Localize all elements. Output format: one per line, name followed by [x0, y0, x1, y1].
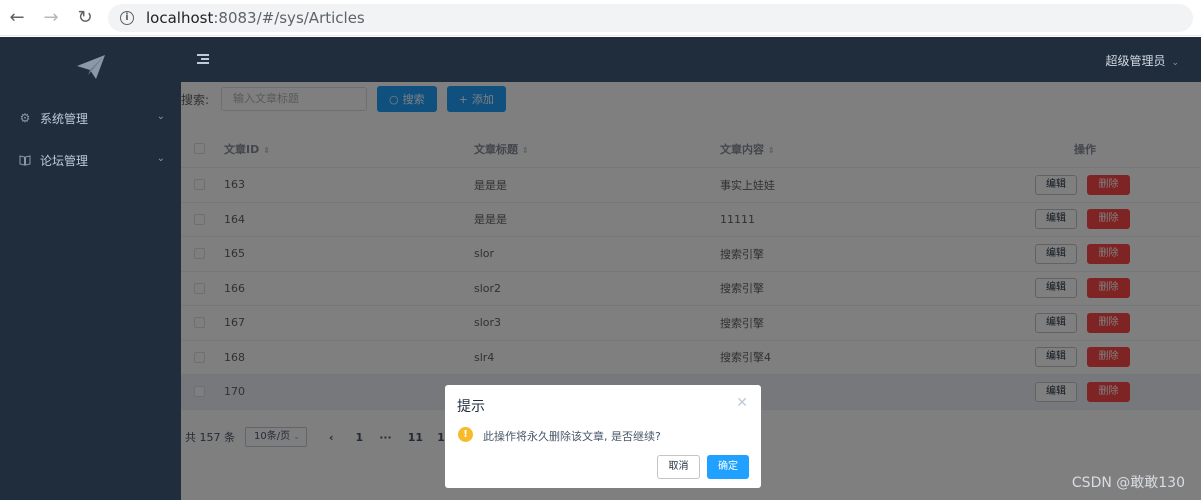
watermark: CSDN @敢敢130 [1071, 475, 1185, 491]
header: 超级管理员 ⌄ [181, 37, 1201, 82]
warning-icon: ! [458, 427, 473, 442]
forward-arrow-icon[interactable]: → [34, 0, 68, 36]
chevron-down-icon: ⌄ [1171, 58, 1179, 68]
user-menu[interactable]: 超级管理员 ⌄ [1105, 52, 1179, 69]
close-icon[interactable]: ✕ [736, 395, 748, 411]
book-icon [18, 153, 32, 167]
sidebar-item-forum[interactable]: 论坛管理 ⌄ [0, 139, 181, 181]
user-name: 超级管理员 [1105, 54, 1166, 68]
sidebar-item-system[interactable]: ⚙ 系统管理 ⌄ [0, 97, 181, 139]
confirm-dialog: 提示 ✕ ! 此操作将永久删除该文章, 是否继续? 取消 确定 [445, 385, 761, 488]
url-path: :8083/#/sys/Articles [213, 8, 365, 27]
confirm-button[interactable]: 确定 [707, 455, 749, 479]
gear-icon: ⚙ [19, 111, 31, 125]
dialog-title: 提示 [457, 399, 485, 415]
chevron-down-icon: ⌄ [156, 111, 165, 122]
sidebar-item-label: 论坛管理 [40, 153, 89, 168]
sidebar: ⚙ 系统管理 ⌄ 论坛管理 ⌄ [0, 37, 181, 500]
info-icon[interactable]: i [120, 10, 134, 25]
browser-toolbar: ← → ↻ i localhost:8083/#/sys/Articles [0, 0, 1201, 36]
paper-plane-logo-icon [0, 37, 181, 97]
sidebar-item-label: 系统管理 [40, 111, 89, 126]
back-arrow-icon[interactable]: ← [0, 0, 34, 36]
url-host: localhost [146, 8, 214, 27]
menu-toggle-icon[interactable] [195, 51, 211, 67]
chevron-down-icon: ⌄ [156, 153, 165, 164]
reload-icon[interactable]: ↻ [68, 0, 102, 36]
dialog-message: 此操作将永久删除该文章, 是否继续? [483, 430, 661, 443]
cancel-button[interactable]: 取消 [657, 455, 700, 479]
address-bar[interactable]: i localhost:8083/#/sys/Articles [108, 3, 1193, 32]
